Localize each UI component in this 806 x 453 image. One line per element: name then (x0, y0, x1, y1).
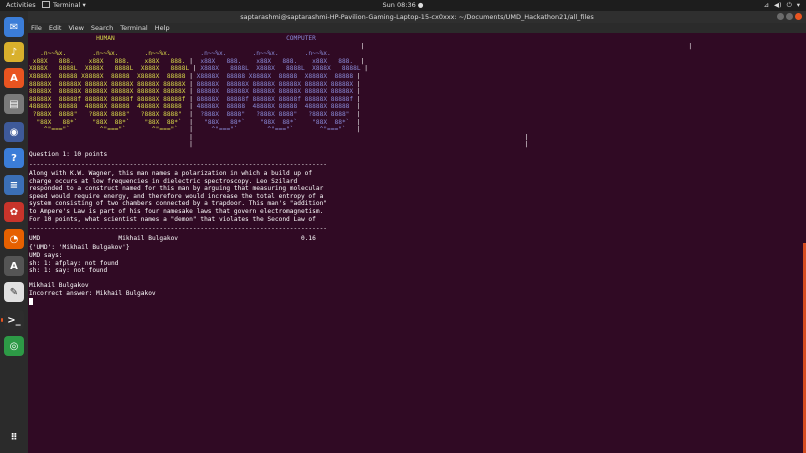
window-titlebar[interactable]: saptarashmi@saptarashmi-HP-Pavilion-Gami… (28, 11, 806, 23)
updater-icon[interactable]: A (4, 256, 24, 276)
divider-bottom: ----------------------------------------… (29, 225, 328, 233)
question-text: Along with K.W. Wagner, this man names a… (28, 168, 802, 223)
system-tray[interactable]: ⊿ ◀) ⏻ ▾ (759, 0, 800, 11)
menu-edit[interactable]: Edit (49, 24, 62, 32)
writer-icon[interactable]: ≡ (4, 175, 24, 195)
maximize-button[interactable] (786, 13, 793, 20)
top-panel: Activities Terminal ▾ Sun 08:36 ● ⊿ ◀) ⏻ ▾ (0, 0, 806, 11)
question-line: Along with K.W. Wagner, this man names a… (29, 170, 313, 178)
score-team: UMD (29, 234, 41, 242)
disk-icon[interactable]: ◉ (4, 122, 24, 142)
output-line: sh: 1: afplay: not found (29, 259, 119, 267)
firefox-icon[interactable]: ◔ (4, 229, 24, 249)
help-icon[interactable]: ? (4, 148, 24, 168)
divider-top: ----------------------------------------… (29, 160, 328, 168)
terminal-cursor (29, 297, 33, 305)
question-line: to Ampere's Law is part of his four name… (29, 208, 324, 216)
question-header: Question 1: 10 points (29, 150, 108, 158)
menu-view[interactable]: View (68, 24, 83, 32)
banner-label-human: HUMAN (96, 35, 115, 42)
terminal-icon[interactable]: >_ (1, 310, 24, 330)
thunderbird-icon[interactable]: ✉ (4, 17, 24, 37)
chrome-icon[interactable]: ◎ (4, 336, 24, 356)
files-icon[interactable]: ▤ (4, 94, 24, 114)
close-button[interactable] (795, 13, 802, 20)
software-center-icon[interactable]: A (4, 68, 24, 88)
minimize-button[interactable] (777, 13, 784, 20)
dock: ✉ ♪ A ▤ ◉? ≡ ✿ ◔ A ✎ >_ ◎ ⠿ (0, 11, 28, 453)
score-line: UMD Mikhail Bulgakov 0.16 (28, 233, 802, 243)
menu-search[interactable]: Search (91, 24, 113, 32)
window-title: saptarashmi@saptarashmi-HP-Pavilion-Gami… (240, 13, 594, 21)
volume-icon[interactable]: ◀) (774, 1, 782, 9)
question-line: responded to a construct named for this … (29, 185, 324, 193)
output-line: {'UMD': 'Mikhail Bulgakov'} (29, 244, 130, 252)
network-icon[interactable]: ⊿ (764, 1, 769, 9)
score-value: 0.16 (300, 234, 316, 242)
power-icon[interactable]: ⏻ (787, 1, 792, 9)
output-line: Incorrect answer: Mikhail Bulgakov (29, 290, 156, 297)
chevron-down-icon[interactable]: ▾ (797, 1, 800, 9)
terminal-view[interactable]: HUMAN COMPUTER | | .n~~%x. .n~~%x. .n~~%… (28, 33, 802, 453)
apps-grid-icon[interactable]: ⠿ (4, 428, 24, 448)
rhythmbox-icon[interactable]: ♪ (4, 42, 24, 62)
score-answer: Mikhail Bulgakov (118, 234, 179, 242)
ascii-banner: HUMAN COMPUTER | | .n~~%x. .n~~%x. .n~~%… (29, 35, 693, 149)
output-line: UMD says: (29, 252, 63, 260)
output-block: {'UMD': 'Mikhail Bulgakov'} UMD says: sh… (28, 242, 802, 306)
question-line: charge occurs at low frequencies in diel… (29, 177, 298, 185)
menu-help[interactable]: Help (155, 24, 170, 32)
menu-file[interactable]: File (31, 24, 42, 32)
question-line: speed would require energy, and therefor… (29, 192, 324, 200)
ubuntu-one-icon[interactable]: ✿ (4, 202, 24, 222)
menu-terminal[interactable]: Terminal (120, 24, 147, 32)
question-line: system consisting of two chambers connec… (29, 200, 328, 208)
menu-bar: File Edit View Search Terminal Help (28, 23, 806, 33)
banner-label-computer: COMPUTER (286, 35, 316, 42)
text-editor-icon[interactable]: ✎ (4, 282, 24, 302)
output-line: sh: 1: say: not found (29, 267, 108, 275)
clock[interactable]: Sun 08:36 ● (0, 0, 806, 11)
question-line: For 10 points, what scientist names a "d… (29, 215, 316, 223)
output-line: Mikhail Bulgakov (29, 282, 89, 290)
